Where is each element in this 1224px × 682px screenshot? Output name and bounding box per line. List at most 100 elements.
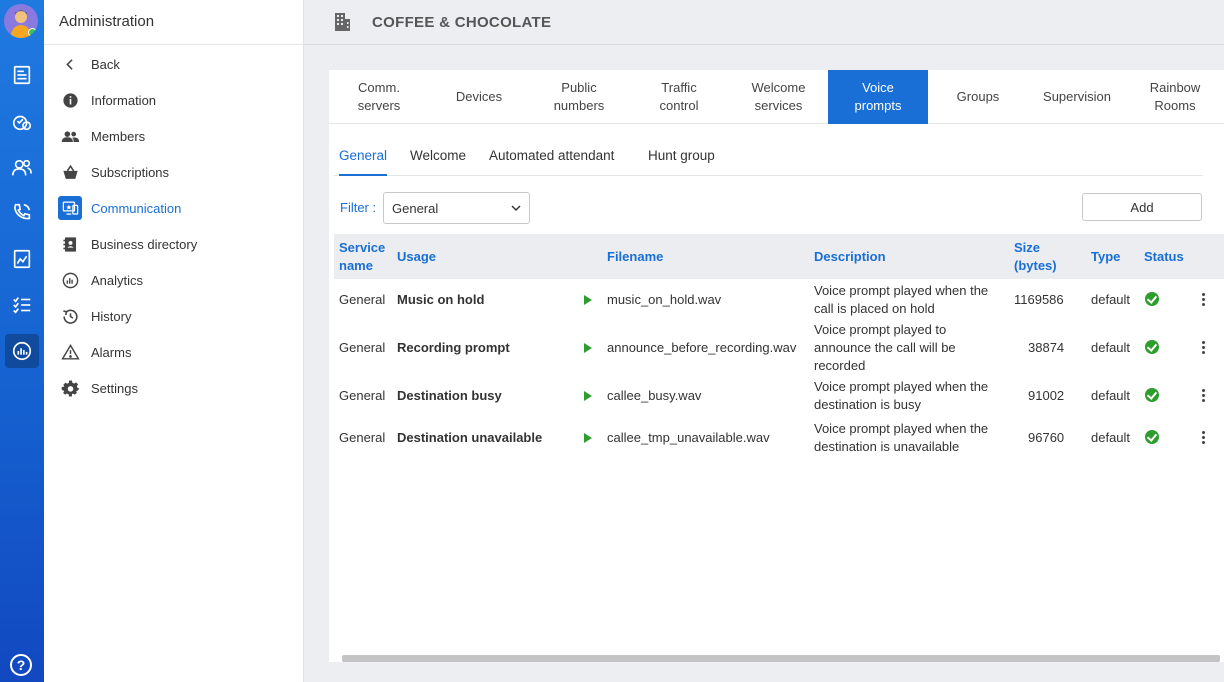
nav-label: Information: [91, 92, 157, 108]
nav-analytics[interactable]: Analytics: [58, 265, 143, 295]
col-type[interactable]: Type: [1091, 248, 1120, 266]
subtab-hunt-group[interactable]: Hunt group: [648, 146, 715, 176]
rail-contacts-icon[interactable]: [5, 151, 39, 185]
user-avatar[interactable]: [4, 4, 38, 38]
cell-description: Voice prompt played when the destination…: [814, 421, 989, 454]
tab-label: Comm. servers: [357, 80, 401, 113]
tab-groups[interactable]: Groups: [928, 70, 1028, 124]
more-options-icon[interactable]: [1202, 293, 1206, 307]
cell-size: 96760: [1028, 430, 1065, 445]
chevron-down-icon: [511, 205, 521, 212]
more-options-icon[interactable]: [1202, 341, 1206, 355]
horizontal-scrollbar[interactable]: [342, 655, 1220, 662]
play-icon[interactable]: [584, 391, 592, 401]
rail-phone-icon[interactable]: [5, 195, 39, 229]
col-description[interactable]: Description: [814, 248, 886, 266]
table-row[interactable]: General Recording prompt announce_before…: [334, 321, 1224, 375]
side-navigation: Administration Back Information Members …: [44, 0, 304, 682]
play-icon[interactable]: [584, 295, 592, 305]
nav-settings[interactable]: Settings: [58, 373, 138, 403]
table-header: Service name Usage Filename Description …: [334, 234, 1224, 279]
sub-tabs: General Welcome Automated attendant Hunt…: [334, 146, 1203, 176]
members-icon: [58, 124, 82, 148]
rail-admin-icon[interactable]: [5, 334, 39, 368]
nav-subscriptions[interactable]: Subscriptions: [58, 157, 169, 187]
nav-communication[interactable]: Communication: [58, 193, 181, 223]
cell-service: General: [339, 292, 386, 307]
tab-public-numbers[interactable]: Public numbers: [529, 70, 629, 124]
subtab-welcome[interactable]: Welcome: [410, 146, 466, 176]
nav-members[interactable]: Members: [58, 121, 145, 151]
nav-label: Business directory: [91, 236, 198, 252]
tab-comm-servers[interactable]: Comm. servers: [329, 70, 429, 124]
cell-usage: Destination unavailable: [397, 430, 543, 445]
cell-usage: Destination busy: [397, 388, 502, 403]
nav-information[interactable]: Information: [58, 85, 156, 115]
nav-label: Alarms: [91, 344, 132, 360]
tab-devices[interactable]: Devices: [429, 70, 529, 124]
chevron-left-icon: [58, 52, 82, 76]
alarm-icon: [58, 340, 82, 364]
tab-label: Groups: [956, 89, 1000, 104]
tab-label: Public numbers: [553, 80, 605, 113]
nav-label: Back: [91, 56, 120, 72]
help-icon[interactable]: ?: [10, 654, 32, 676]
col-filename[interactable]: Filename: [607, 248, 663, 266]
rail-news-icon[interactable]: [5, 58, 39, 92]
nav-back[interactable]: Back: [58, 49, 120, 79]
info-icon: [58, 88, 82, 112]
nav-label: Subscriptions: [91, 164, 170, 180]
col-status[interactable]: Status: [1144, 248, 1184, 266]
rail-calls-icon[interactable]: [5, 105, 39, 139]
organization-name: COFFEE & CHOCOLATE: [372, 13, 552, 31]
nav-alarms[interactable]: Alarms: [58, 337, 131, 367]
tab-traffic-control[interactable]: Traffic control: [629, 70, 729, 124]
status-ok-icon: [1145, 430, 1159, 444]
add-button[interactable]: Add: [1082, 193, 1202, 221]
subtab-automated-attendant[interactable]: Automated attendant: [489, 146, 614, 176]
cell-description: Voice prompt played to announce the call…: [814, 322, 956, 373]
tab-supervision[interactable]: Supervision: [1028, 70, 1126, 124]
cell-service: General: [339, 340, 386, 355]
basket-icon: [58, 160, 82, 184]
cell-service: General: [339, 430, 386, 445]
status-ok-icon: [1145, 340, 1159, 354]
nav-label: History: [91, 308, 132, 324]
cell-size: 38874: [1028, 340, 1065, 355]
col-service-name[interactable]: Service name: [339, 239, 394, 275]
table-row[interactable]: General Destination unavailable callee_t…: [334, 420, 1224, 456]
nav-business-directory[interactable]: Business directory: [58, 229, 197, 259]
nav-label: Members: [91, 128, 146, 144]
tab-label: Welcome services: [751, 80, 806, 113]
col-size[interactable]: Size (bytes): [1014, 239, 1069, 275]
status-ok-icon: [1145, 292, 1159, 306]
more-options-icon[interactable]: [1202, 389, 1206, 403]
play-icon[interactable]: [584, 343, 592, 353]
table-row[interactable]: General Music on hold music_on_hold.wav …: [334, 282, 1224, 318]
history-icon: [58, 304, 82, 328]
more-options-icon[interactable]: [1202, 431, 1206, 445]
presence-dot: [28, 28, 37, 37]
top-tabs: Comm. servers Devices Public numbers Tra…: [329, 70, 1224, 124]
rail-documents-icon[interactable]: [5, 242, 39, 276]
subtab-general[interactable]: General: [339, 146, 388, 176]
play-icon[interactable]: [584, 433, 592, 443]
cell-usage: Recording prompt: [397, 340, 510, 355]
filter-select[interactable]: General: [383, 192, 530, 224]
rail-tasks-icon[interactable]: [5, 288, 39, 322]
header-bar: COFFEE & CHOCOLATE: [304, 0, 1224, 45]
cell-size: 1169586: [1014, 292, 1064, 307]
cell-filename: callee_tmp_unavailable.wav: [607, 430, 770, 445]
cell-type: default: [1091, 292, 1131, 307]
tab-welcome-services[interactable]: Welcome services: [729, 70, 828, 124]
tab-voice-prompts[interactable]: Voice prompts: [828, 70, 928, 124]
tab-label: Devices: [455, 89, 503, 104]
col-usage[interactable]: Usage: [397, 248, 436, 266]
filter-value: General: [392, 200, 439, 216]
nav-history[interactable]: History: [58, 301, 131, 331]
analytics-icon: [58, 268, 82, 292]
building-icon: [335, 13, 350, 31]
tab-rainbow-rooms[interactable]: Rainbow Rooms: [1126, 70, 1224, 124]
table-row[interactable]: General Destination busy callee_busy.wav…: [334, 378, 1224, 414]
cell-filename: callee_busy.wav: [607, 388, 702, 403]
